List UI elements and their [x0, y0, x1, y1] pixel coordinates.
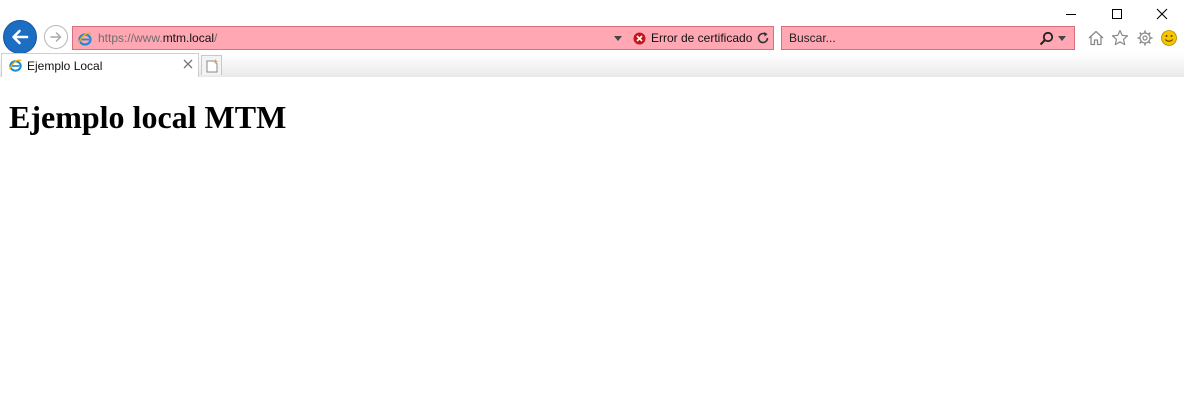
back-arrow-icon — [12, 29, 29, 45]
search-icon[interactable] — [1039, 31, 1054, 46]
forward-arrow-icon — [50, 32, 62, 42]
maximize-icon — [1112, 9, 1122, 19]
feedback-button[interactable] — [1159, 28, 1179, 48]
url-path: / — [214, 31, 218, 45]
close-icon — [1156, 8, 1168, 20]
minimize-icon — [1066, 14, 1076, 15]
home-icon — [1088, 30, 1104, 46]
address-dropdown-icon[interactable] — [614, 36, 622, 41]
search-dropdown-icon[interactable] — [1058, 36, 1066, 41]
favorites-button[interactable] — [1110, 28, 1130, 48]
minimize-button[interactable] — [1048, 0, 1094, 28]
close-tab-icon[interactable] — [183, 59, 193, 69]
new-tab-button[interactable] — [201, 55, 222, 75]
ie-logo-icon — [78, 32, 92, 46]
favorites-star-icon — [1111, 29, 1129, 46]
url-host: mtm.local — [162, 31, 215, 45]
url-scheme: https://www. — [98, 31, 163, 45]
close-window-button[interactable] — [1139, 0, 1184, 28]
new-tab-icon — [206, 59, 217, 72]
ie-logo-icon — [9, 59, 22, 72]
maximize-button[interactable] — [1094, 0, 1140, 28]
tab-ejemplo-local[interactable]: Ejemplo Local — [1, 53, 199, 77]
url-text[interactable]: https://www.mtm.local/ — [98, 31, 217, 46]
search-placeholder[interactable]: Buscar... — [789, 31, 836, 46]
tools-button[interactable] — [1135, 28, 1155, 48]
tools-gear-icon — [1137, 30, 1153, 46]
refresh-icon[interactable] — [756, 31, 770, 45]
certificate-error-label[interactable]: Error de certificado — [651, 31, 752, 46]
tab-title: Ejemplo Local — [27, 59, 103, 73]
forward-button[interactable] — [44, 25, 68, 49]
page-heading: Ejemplo local MTM — [9, 99, 287, 135]
feedback-smiley-icon — [1161, 30, 1177, 46]
certificate-error-icon[interactable] — [633, 32, 646, 45]
address-bar[interactable]: https://www.mtm.local/ Error de certific… — [72, 26, 774, 50]
search-bar[interactable]: Buscar... — [781, 26, 1075, 50]
home-button[interactable] — [1086, 28, 1106, 48]
back-button[interactable] — [3, 20, 37, 54]
